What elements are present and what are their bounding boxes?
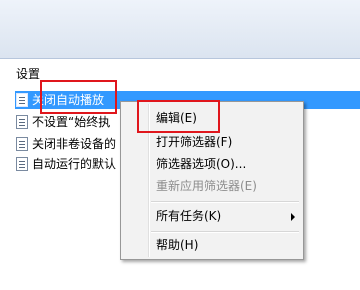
list-item-label: 自动运行的默认 xyxy=(32,157,117,171)
list-item-non-volume-devices[interactable]: 关闭非卷设备的 xyxy=(16,135,122,153)
menu-separator xyxy=(151,201,299,203)
policy-setting-icon xyxy=(16,93,28,107)
menu-item-open-filter[interactable]: 打开筛选器(F) xyxy=(123,131,301,153)
list-item-always-do[interactable]: 不设置“始终执 xyxy=(16,113,122,131)
settings-column-header[interactable]: 设置 xyxy=(16,67,40,81)
menu-item-help[interactable]: 帮助(H) xyxy=(123,234,301,256)
menu-item-all-tasks[interactable]: 所有任务(K) xyxy=(123,205,301,227)
policy-setting-icon xyxy=(16,115,28,129)
policy-setting-icon xyxy=(16,157,28,171)
policy-setting-icon xyxy=(16,137,28,151)
list-item-autorun-default[interactable]: 自动运行的默认 xyxy=(16,155,122,173)
menu-item-label: 所有任务(K) xyxy=(156,209,222,223)
window-header-area xyxy=(0,0,360,59)
list-item-label: 关闭自动播放 xyxy=(32,93,105,107)
menu-item-filter-options[interactable]: 筛选器选项(O)... xyxy=(123,153,301,175)
menu-item-reapply-filter: 重新应用筛选器(E) xyxy=(156,179,257,193)
chevron-right-icon xyxy=(291,213,295,221)
list-item-label: 关闭非卷设备的 xyxy=(32,137,117,151)
menu-separator xyxy=(151,231,299,233)
menu-item-edit[interactable]: 编辑(E) xyxy=(123,107,301,129)
context-menu: 编辑(E) 打开筛选器(F) 筛选器选项(O)... 重新应用筛选器(E) 所有… xyxy=(120,101,304,260)
list-item-label: 不设置“始终执 xyxy=(32,115,111,129)
